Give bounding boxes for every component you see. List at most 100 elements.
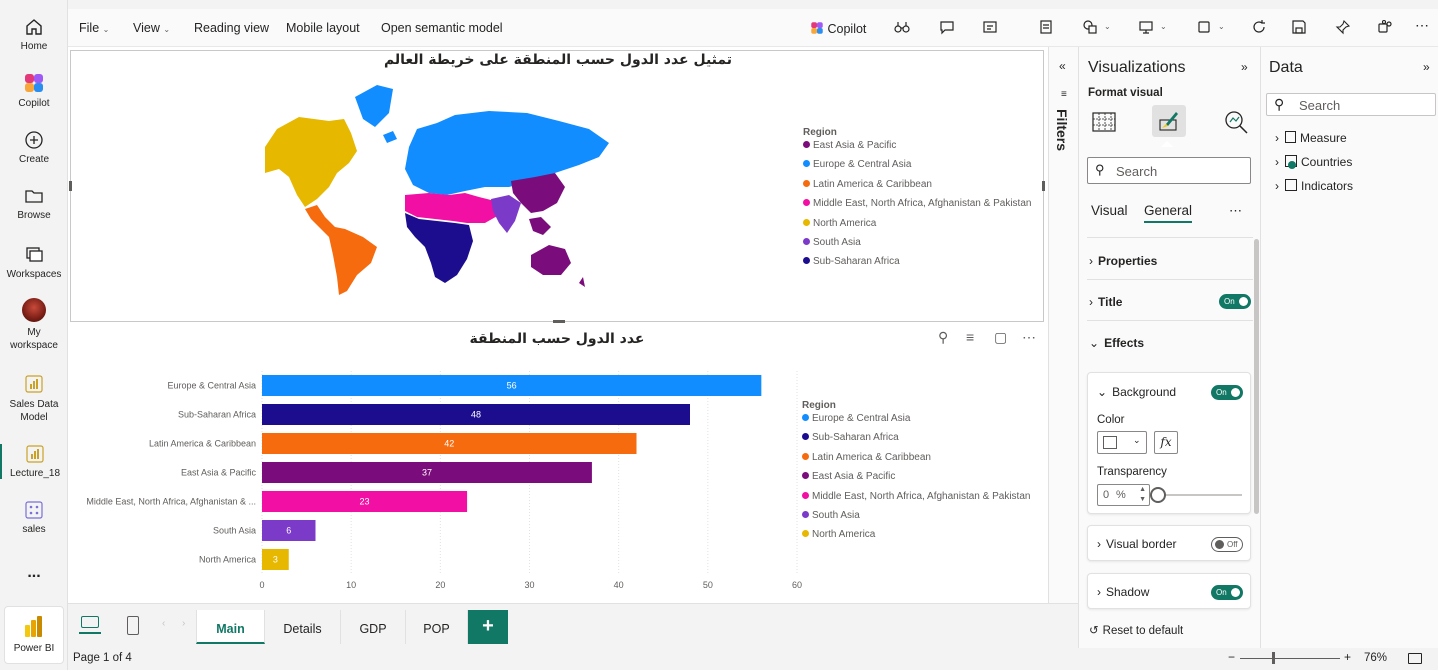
filters-pane-collapsed[interactable]: « ≡ Filters bbox=[1048, 47, 1078, 603]
analytics-icon[interactable] bbox=[1223, 109, 1249, 135]
collapse-chevron-icon[interactable]: « bbox=[1059, 59, 1066, 73]
region-europe-central-asia[interactable] bbox=[405, 111, 609, 195]
powerbi-app-button[interactable]: Power BI bbox=[4, 606, 64, 664]
format-visual-tab[interactable] bbox=[1152, 105, 1186, 137]
menu-open-semantic-model[interactable]: Open semantic model bbox=[381, 21, 503, 35]
subscribe-icon[interactable] bbox=[982, 19, 998, 35]
region-iceland[interactable] bbox=[383, 131, 397, 143]
background-toggle[interactable]: On bbox=[1211, 385, 1243, 400]
legend-item[interactable]: Middle East, North Africa, Afghanistan &… bbox=[802, 491, 1030, 502]
binoculars-icon[interactable] bbox=[894, 19, 910, 35]
visual-border-toggle[interactable]: Off bbox=[1211, 537, 1243, 552]
transparency-slider-track[interactable] bbox=[1158, 494, 1242, 496]
save-icon[interactable] bbox=[1291, 19, 1307, 35]
chevron-down-icon[interactable]: ⌄ bbox=[1218, 22, 1225, 31]
present-icon[interactable] bbox=[1138, 19, 1154, 35]
resize-handle-bottom[interactable] bbox=[553, 320, 565, 323]
legend-item[interactable]: Europe & Central Asia bbox=[803, 159, 911, 170]
nav-more[interactable]: ... bbox=[0, 564, 68, 582]
shapes-icon[interactable] bbox=[1082, 19, 1098, 35]
zoom-slider-track[interactable] bbox=[1240, 658, 1340, 659]
nav-home[interactable]: Home bbox=[0, 17, 68, 52]
transparency-input[interactable]: 0 % ▲ ▼ bbox=[1097, 484, 1150, 506]
chevron-down-icon[interactable]: ⌄ bbox=[1160, 22, 1167, 31]
legend-item[interactable]: East Asia & Pacific bbox=[802, 471, 895, 482]
comment-icon[interactable] bbox=[939, 19, 955, 35]
menu-reading-view[interactable]: Reading view bbox=[194, 21, 269, 35]
expand-chevron-icon[interactable]: » bbox=[1241, 60, 1248, 74]
nav-sales[interactable]: sales bbox=[0, 500, 68, 535]
legend-item[interactable]: North America bbox=[802, 529, 875, 540]
legend-item[interactable]: East Asia & Pacific bbox=[803, 140, 896, 151]
region-new-zealand[interactable] bbox=[579, 277, 585, 287]
legend-item[interactable]: Europe & Central Asia bbox=[802, 413, 910, 424]
region-greenland[interactable] bbox=[355, 85, 393, 127]
bar-visual[interactable]: عدد الدول حسب المنطقة ⚲ ≡ ▢ ⋯ 0 10 20 30 40 5… bbox=[70, 327, 1044, 599]
bar-chart[interactable]: 0 10 20 30 40 50 60 Europe & Central Asia 56 Sub-… bbox=[70, 349, 810, 599]
viz-scrollbar[interactable] bbox=[1254, 239, 1259, 514]
shadow-toggle[interactable]: On bbox=[1211, 585, 1243, 600]
mobile-layout-icon[interactable] bbox=[127, 616, 139, 635]
tab-gdp[interactable]: GDP bbox=[341, 610, 406, 644]
filters-label[interactable]: Filters bbox=[1054, 109, 1070, 151]
legend-item[interactable]: Sub-Saharan Africa bbox=[803, 256, 900, 267]
legend-item[interactable]: North America bbox=[803, 218, 876, 229]
resize-handle-left[interactable] bbox=[69, 181, 72, 191]
section-title[interactable]: › Title bbox=[1089, 295, 1122, 309]
resize-handle-right[interactable] bbox=[1042, 181, 1045, 191]
pin-icon[interactable] bbox=[1335, 19, 1351, 35]
nav-workspaces[interactable]: Workspaces bbox=[0, 245, 68, 280]
desktop-layout-icon[interactable] bbox=[79, 616, 101, 634]
expand-chevron-icon[interactable]: » bbox=[1423, 60, 1430, 74]
zoom-out-icon[interactable]: − bbox=[1228, 650, 1235, 664]
chevron-down-icon[interactable]: ⌄ bbox=[1104, 22, 1111, 31]
focus-mode-icon[interactable]: ▢ bbox=[994, 329, 1007, 346]
build-visual-icon[interactable] bbox=[1091, 109, 1117, 135]
zoom-slider-thumb[interactable] bbox=[1272, 652, 1275, 664]
reset-to-default-button[interactable]: ↺ Reset to default bbox=[1089, 623, 1183, 637]
add-page-button[interactable]: + bbox=[468, 610, 508, 644]
tab-details[interactable]: Details bbox=[265, 610, 341, 644]
pin-icon[interactable]: ⚲ bbox=[938, 329, 948, 346]
export-icon[interactable] bbox=[1196, 19, 1212, 35]
more-options-icon[interactable]: ⋯ bbox=[1229, 203, 1242, 219]
filter-icon[interactable]: ≡ bbox=[966, 329, 974, 345]
region-southeast-asia[interactable] bbox=[529, 217, 551, 235]
more-options-icon[interactable]: ⋯ bbox=[1022, 329, 1036, 346]
legend-item[interactable]: Middle East, North Africa, Afghanistan &… bbox=[803, 198, 1031, 209]
table-indicators[interactable]: › Indicators bbox=[1275, 179, 1353, 193]
shadow-card[interactable]: › Shadow On bbox=[1087, 573, 1251, 609]
background-header[interactable]: ⌄ Background bbox=[1097, 385, 1176, 399]
conditional-format-button[interactable]: fx bbox=[1154, 431, 1178, 454]
nav-browse[interactable]: Browse bbox=[0, 186, 68, 221]
table-countries[interactable]: › Countries bbox=[1275, 155, 1352, 169]
legend-item[interactable]: Latin America & Caribbean bbox=[802, 452, 931, 463]
nav-my-workspace[interactable]: My workspace bbox=[0, 298, 68, 352]
region-south-asia[interactable] bbox=[491, 195, 521, 233]
title-toggle[interactable]: On bbox=[1219, 294, 1251, 309]
map-visual[interactable]: تمثيل عدد الدول حسب المنطقة على خريطة ال… bbox=[69, 50, 1045, 323]
table-measure[interactable]: › Measure bbox=[1275, 131, 1347, 145]
legend-item[interactable]: South Asia bbox=[803, 237, 861, 248]
tab-scroll-left-icon[interactable]: ‹ bbox=[162, 618, 165, 629]
color-picker[interactable]: ⌄ bbox=[1097, 431, 1147, 454]
menu-mobile-layout[interactable]: Mobile layout bbox=[286, 21, 360, 35]
region-middle-east-north-africa[interactable] bbox=[405, 193, 499, 223]
viz-search-input[interactable]: ⚲ Search bbox=[1087, 157, 1251, 184]
nav-lecture-18[interactable]: Lecture_18 bbox=[0, 444, 68, 479]
tab-visual[interactable]: Visual bbox=[1091, 203, 1128, 218]
region-australia[interactable] bbox=[531, 245, 571, 275]
menu-file[interactable]: File ⌄ bbox=[79, 21, 109, 35]
region-latin-america[interactable] bbox=[305, 205, 377, 295]
refresh-icon[interactable] bbox=[1251, 19, 1267, 35]
zoom-in-icon[interactable]: + bbox=[1344, 650, 1351, 664]
nav-sales-data-model[interactable]: Sales Data Model bbox=[0, 374, 68, 424]
menu-view[interactable]: View ⌄ bbox=[133, 21, 170, 35]
fit-to-page-icon[interactable] bbox=[1408, 653, 1422, 664]
nav-copilot[interactable]: Copilot bbox=[0, 72, 68, 109]
spinner-icon[interactable]: ▲ ▼ bbox=[1139, 485, 1146, 505]
legend-item[interactable]: Latin America & Caribbean bbox=[803, 179, 932, 190]
tab-scroll-right-icon[interactable]: › bbox=[182, 618, 185, 629]
region-north-america[interactable] bbox=[265, 117, 357, 207]
tab-pop[interactable]: POP bbox=[406, 610, 468, 644]
